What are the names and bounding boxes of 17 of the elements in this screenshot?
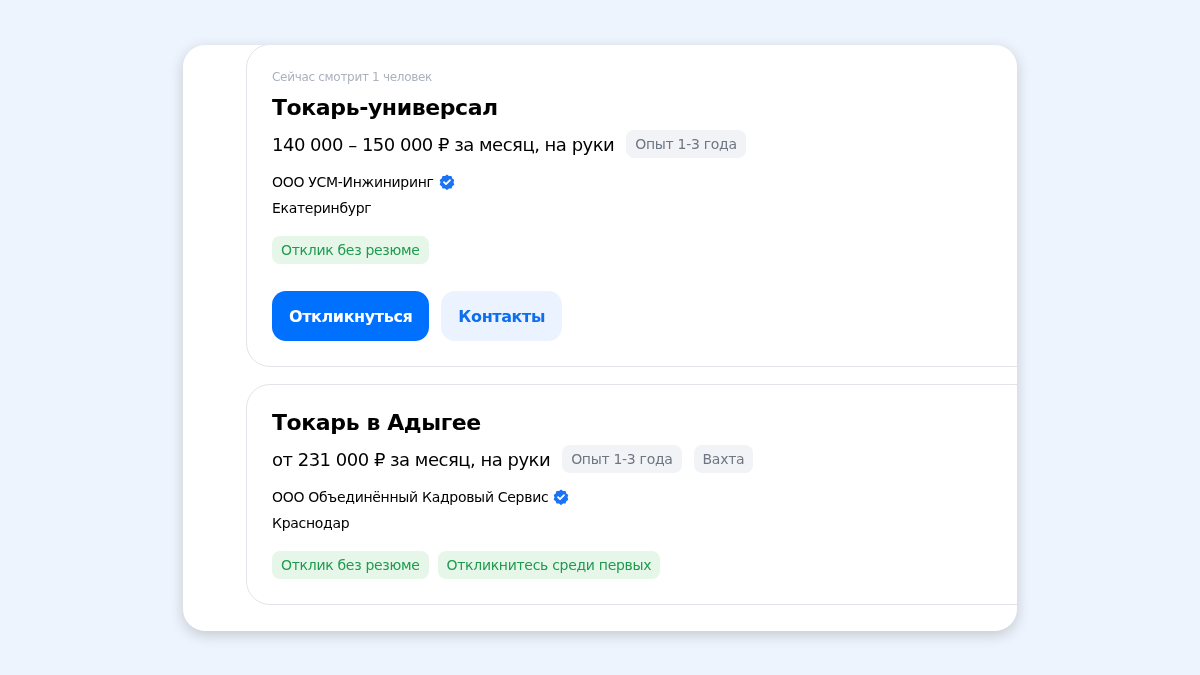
vacancy-title[interactable]: Токарь в Адыгее: [272, 410, 481, 435]
company-link[interactable]: ООО УСМ-Инжиниринг: [272, 174, 434, 190]
response-label: Отклик без резюме: [272, 551, 429, 579]
city-text: Екатеринбург: [272, 200, 372, 216]
response-label: Отклик без резюме: [272, 236, 429, 264]
response-label: Откликнитесь среди первых: [437, 551, 661, 579]
viewers-text: Сейчас смотрит 1 человек: [272, 70, 433, 84]
salary-text: 140 000 – 150 000 ₽ за месяц, на руки: [272, 133, 615, 155]
contacts-button[interactable]: Контакты: [441, 291, 562, 341]
vacancy-title[interactable]: Токарь-универсал: [272, 95, 498, 120]
company-link[interactable]: ООО Объединённый Кадровый Сервис: [272, 489, 549, 505]
salary-text: от 231 000 ₽ за месяц, на руки: [272, 448, 551, 470]
tag-label: Опыт 1-3 года: [626, 130, 746, 158]
tag-label: Вахта: [693, 445, 754, 473]
city-text: Краснодар: [272, 515, 350, 531]
tag-label: Опыт 1-3 года: [562, 445, 682, 473]
respond-button[interactable]: Откликнуться: [272, 291, 430, 341]
